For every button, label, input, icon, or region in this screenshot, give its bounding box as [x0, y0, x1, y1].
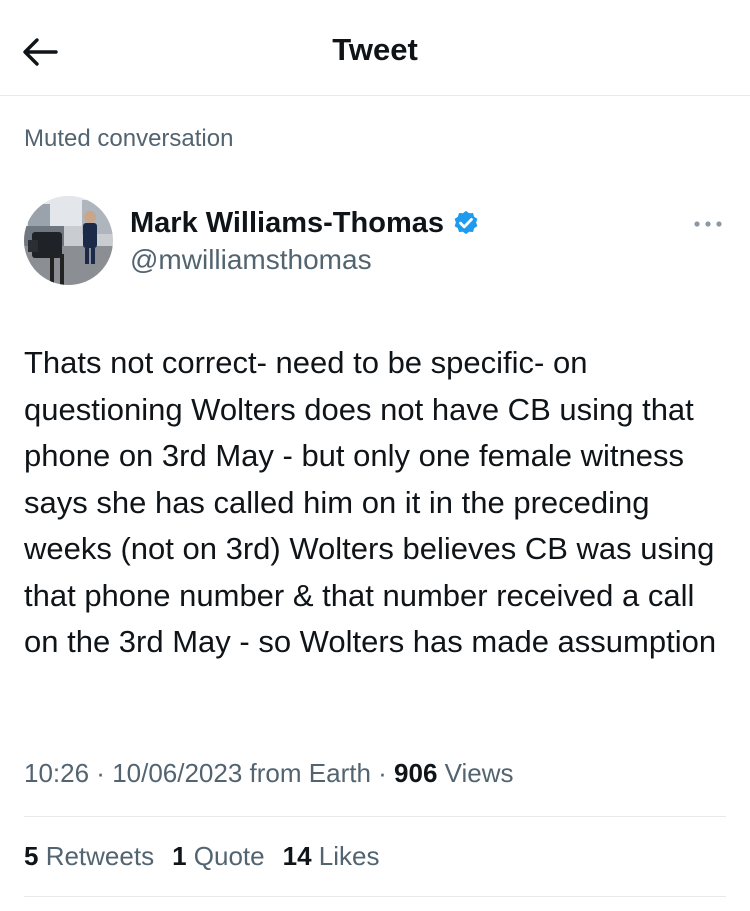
muted-conversation-label: Muted conversation [24, 125, 234, 152]
quotes-count: 1 [172, 841, 187, 871]
tweet-meta: 10:26 · 10/06/2023 from Earth · 906 View… [24, 758, 514, 789]
retweets-stat[interactable]: 5 Retweets [24, 841, 154, 872]
likes-label: Likes [311, 841, 380, 871]
tweet-text: Thats not correct- need to be specific- … [24, 345, 717, 659]
retweets-label: Retweets [38, 841, 155, 871]
tweet-date[interactable]: 10/06/2023 [112, 758, 242, 788]
verified-badge-icon [454, 210, 478, 234]
author-handle[interactable]: @mwilliamsthomas [130, 244, 372, 276]
author-name[interactable]: Mark Williams-Thomas [130, 207, 481, 240]
likes-count: 14 [282, 841, 312, 871]
tweet-time[interactable]: 10:26 [24, 758, 89, 788]
top-bar: Tweet [0, 0, 750, 96]
page-title: Tweet [332, 32, 418, 67]
avatar[interactable] [24, 196, 113, 285]
author-name-text: Mark Williams-Thomas [130, 207, 444, 239]
meta-separator: · [370, 758, 395, 788]
meta-separator: · [89, 758, 113, 788]
views-count: 906 [394, 758, 438, 788]
divider [24, 816, 726, 817]
quotes-stat[interactable]: 1 Quote [172, 841, 265, 872]
avatar-photo [24, 196, 113, 285]
more-options-button[interactable] [690, 210, 726, 238]
retweets-count: 5 [24, 841, 39, 871]
tweet-source: from Earth [242, 758, 371, 788]
divider [24, 896, 726, 897]
more-horizontal-icon [694, 221, 722, 227]
views-label: Views [437, 758, 514, 788]
likes-stat[interactable]: 14 Likes [283, 841, 380, 872]
tweet-stats: 5 Retweets 1 Quote 14 Likes [24, 841, 397, 872]
quotes-label: Quote [186, 841, 265, 871]
